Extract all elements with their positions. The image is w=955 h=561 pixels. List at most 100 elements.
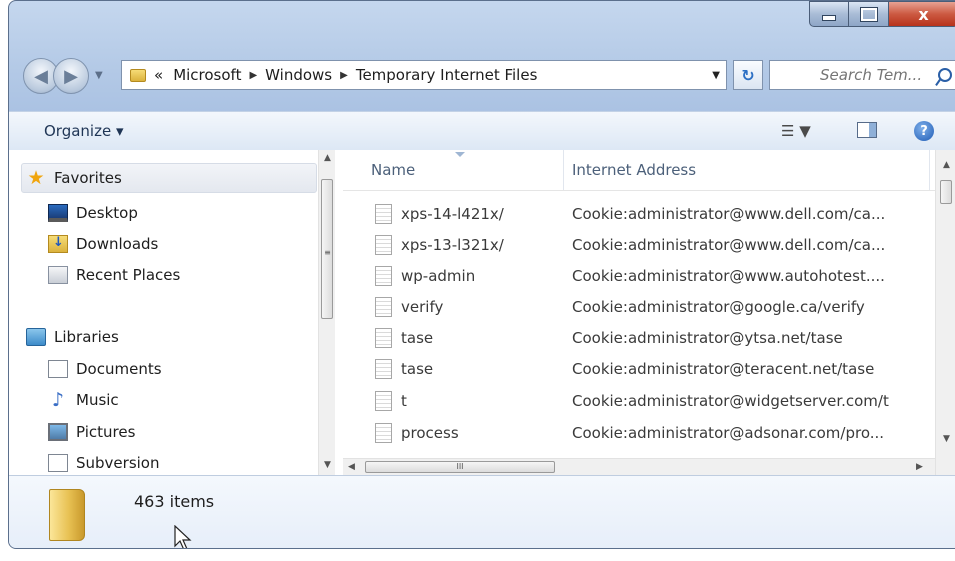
file-name: tase bbox=[401, 360, 434, 378]
nav-subversion[interactable]: Subversion bbox=[48, 454, 160, 472]
file-internet-address: Cookie:administrator@teracent.net/tase bbox=[572, 360, 875, 378]
details-view-icon: ☰ bbox=[781, 122, 795, 140]
file-icon bbox=[375, 204, 392, 224]
close-icon: x bbox=[918, 4, 929, 24]
recent-pages-dropdown[interactable]: ▼ bbox=[95, 70, 103, 81]
close-button[interactable]: x bbox=[889, 1, 955, 27]
search-input[interactable] bbox=[818, 65, 932, 85]
maximize-button[interactable] bbox=[849, 1, 889, 27]
chevron-down-icon: ▼ bbox=[95, 70, 103, 81]
column-divider[interactable] bbox=[929, 150, 930, 190]
scroll-up-icon[interactable]: ▲ bbox=[938, 160, 955, 170]
minimize-icon bbox=[822, 15, 836, 21]
left-edge bbox=[0, 0, 8, 561]
column-header: Name Internet Address bbox=[343, 150, 935, 191]
minimize-button[interactable] bbox=[809, 1, 849, 27]
nav-libraries[interactable]: Libraries bbox=[26, 328, 119, 346]
music-icon: ♪ bbox=[51, 389, 65, 411]
chevron-right-icon[interactable]: ▶ bbox=[340, 70, 348, 81]
subversion-icon bbox=[48, 454, 68, 472]
column-internet-address[interactable]: Internet Address bbox=[572, 161, 696, 179]
file-row[interactable]: process Cookie:administrator@adsonar.com… bbox=[343, 418, 935, 449]
item-count: 463 items bbox=[134, 492, 215, 511]
breadcrumb: « Microsoft ▶ Windows ▶ Temporary Intern… bbox=[154, 66, 537, 84]
nav-recent-places[interactable]: Recent Places bbox=[48, 266, 180, 284]
file-internet-address: Cookie:administrator@ytsa.net/tase bbox=[572, 329, 843, 347]
file-icon bbox=[375, 359, 392, 379]
column-divider[interactable] bbox=[563, 150, 564, 190]
breadcrumb-microsoft[interactable]: Microsoft bbox=[173, 66, 241, 84]
scroll-up-icon[interactable]: ▲ bbox=[319, 153, 336, 163]
breadcrumb-windows[interactable]: Windows bbox=[265, 66, 332, 84]
file-name: xps-14-l421x/ bbox=[401, 205, 504, 223]
horizontal-scrollbar[interactable]: ◀ III ▶ bbox=[343, 458, 935, 475]
nav-documents-label: Documents bbox=[76, 360, 162, 378]
file-internet-address: Cookie:administrator@google.ca/verify bbox=[572, 298, 865, 316]
libraries-icon bbox=[26, 328, 46, 346]
file-internet-address: Cookie:administrator@adsonar.com/pro... bbox=[572, 424, 885, 442]
scroll-down-icon[interactable]: ▼ bbox=[938, 434, 955, 444]
file-row[interactable]: t Cookie:administrator@widgetserver.com/… bbox=[343, 386, 935, 417]
change-view-button[interactable]: ☰ ▼ bbox=[781, 122, 811, 140]
file-row[interactable]: xps-14-l421x/ Cookie:administrator@www.d… bbox=[343, 199, 935, 230]
file-list-scroll-thumb[interactable] bbox=[940, 180, 952, 204]
address-bar[interactable]: « Microsoft ▶ Windows ▶ Temporary Intern… bbox=[121, 60, 727, 90]
command-bar: Organize ▾ ☰ ▼ ? bbox=[9, 111, 955, 151]
details-pane: 463 items bbox=[9, 475, 955, 548]
file-row[interactable]: verify Cookie:administrator@google.ca/ve… bbox=[343, 292, 935, 323]
search-box[interactable] bbox=[769, 60, 955, 90]
file-icon bbox=[375, 297, 392, 317]
navigation-bar: ◀ ▶ ▼ « Microsoft ▶ Windows ▶ Temporary … bbox=[9, 56, 955, 96]
chevron-right-icon[interactable]: ▶ bbox=[249, 70, 257, 81]
file-row[interactable]: tase Cookie:administrator@ytsa.net/tase bbox=[343, 323, 935, 354]
forward-button[interactable]: ▶ bbox=[53, 58, 89, 94]
file-name: tase bbox=[401, 329, 434, 347]
nav-music-label: Music bbox=[76, 391, 119, 409]
nav-music[interactable]: ♪ Music bbox=[48, 389, 119, 411]
nav-desktop-label: Desktop bbox=[76, 204, 138, 222]
file-internet-address: Cookie:administrator@www.dell.com/ca... bbox=[572, 236, 886, 254]
scroll-right-icon[interactable]: ▶ bbox=[911, 462, 928, 472]
refresh-button[interactable]: ↻ bbox=[733, 60, 763, 90]
content-area: ★ Favorites Desktop Downloads Recent Pla… bbox=[9, 150, 955, 475]
file-row[interactable]: xps-13-l321x/ Cookie:administrator@www.d… bbox=[343, 230, 935, 261]
file-internet-address: Cookie:administrator@www.autohotest.... bbox=[572, 267, 885, 285]
preview-pane-icon[interactable] bbox=[857, 122, 877, 138]
address-dropdown-icon[interactable]: ▼ bbox=[712, 70, 720, 81]
file-name: verify bbox=[401, 298, 444, 316]
folder-icon bbox=[130, 68, 146, 82]
organize-menu[interactable]: Organize ▾ bbox=[44, 122, 124, 140]
column-name[interactable]: Name bbox=[371, 161, 415, 179]
file-list: Name Internet Address xps-14-l421x/ Cook… bbox=[343, 150, 935, 475]
nav-libraries-label: Libraries bbox=[54, 328, 119, 346]
scroll-left-icon[interactable]: ◀ bbox=[343, 462, 360, 472]
chevron-down-icon: ▼ bbox=[799, 122, 811, 140]
explorer-window: x ◀ ▶ ▼ « Microsoft ▶ Windows ▶ Temporar… bbox=[8, 0, 955, 549]
search-icon[interactable] bbox=[938, 68, 952, 82]
file-icon bbox=[375, 328, 392, 348]
nav-downloads[interactable]: Downloads bbox=[48, 235, 158, 253]
nav-pictures-label: Pictures bbox=[76, 423, 136, 441]
breadcrumb-overflow[interactable]: « bbox=[154, 66, 163, 84]
file-list-scrollbar[interactable]: ▲ ▼ bbox=[935, 150, 955, 475]
caption-buttons: x bbox=[809, 1, 955, 29]
pictures-icon bbox=[48, 423, 68, 441]
navigation-pane-scrollbar[interactable]: ▲ ≡ ▼ bbox=[318, 150, 335, 475]
file-name: t bbox=[401, 392, 407, 410]
scroll-down-icon[interactable]: ▼ bbox=[319, 460, 336, 470]
breadcrumb-temporary-internet-files[interactable]: Temporary Internet Files bbox=[356, 66, 538, 84]
nav-desktop[interactable]: Desktop bbox=[48, 204, 138, 222]
nav-documents[interactable]: Documents bbox=[48, 360, 162, 378]
nav-pictures[interactable]: Pictures bbox=[48, 423, 135, 441]
nav-favorites-label: Favorites bbox=[54, 169, 122, 187]
help-icon[interactable]: ? bbox=[914, 121, 934, 141]
file-row[interactable]: wp-admin Cookie:administrator@www.autoho… bbox=[343, 261, 935, 292]
horizontal-scroll-thumb[interactable]: III bbox=[365, 461, 555, 473]
downloads-icon bbox=[48, 235, 68, 253]
file-name: process bbox=[401, 424, 459, 442]
nav-downloads-label: Downloads bbox=[76, 235, 159, 253]
file-row[interactable]: tase Cookie:administrator@teracent.net/t… bbox=[343, 354, 935, 385]
file-name: xps-13-l321x/ bbox=[401, 236, 504, 254]
mouse-cursor-icon bbox=[174, 525, 192, 548]
nav-favorites[interactable]: ★ Favorites bbox=[26, 169, 122, 188]
